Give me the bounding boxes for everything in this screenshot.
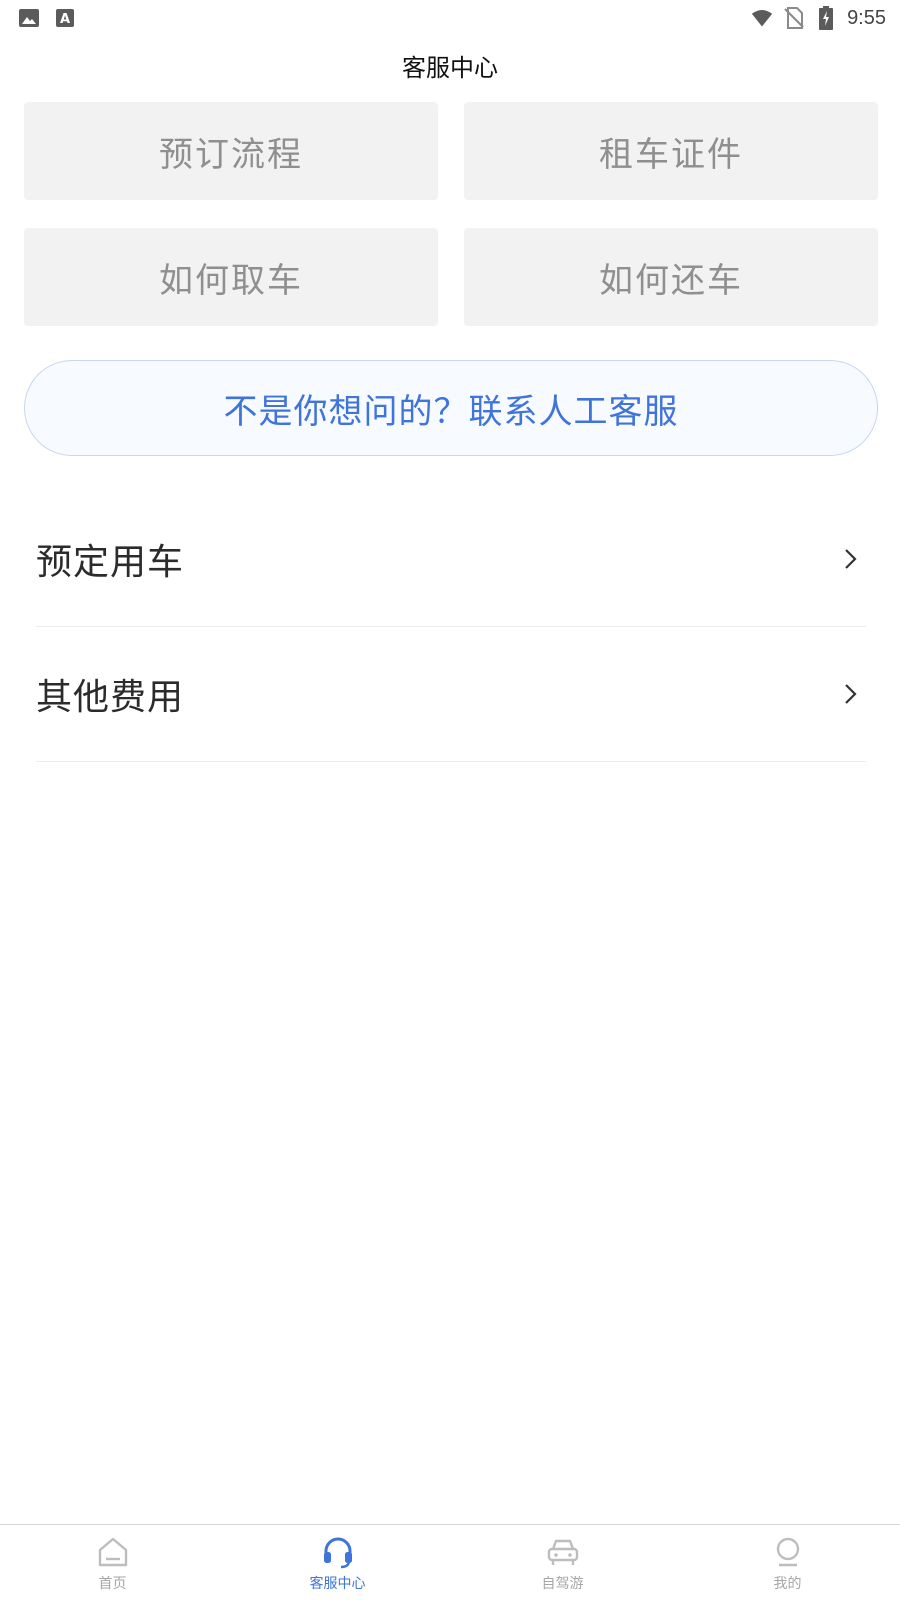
- bottom-nav: 首页 客服中心 自驾游 我的: [0, 1524, 900, 1600]
- svg-text:A: A: [60, 12, 70, 27]
- profile-icon: [771, 1535, 805, 1569]
- nav-item-mine[interactable]: 我的: [675, 1525, 900, 1600]
- status-bar: A 9:55: [0, 0, 900, 36]
- status-time: 9:55: [847, 6, 886, 29]
- chevron-right-icon: [840, 682, 860, 706]
- page-title: 客服中心: [402, 54, 498, 82]
- nav-item-customer-service[interactable]: 客服中心: [225, 1525, 450, 1600]
- no-sim-icon: [783, 7, 805, 29]
- battery-charging-icon: [815, 6, 837, 30]
- nav-label: 客服中心: [309, 1576, 366, 1592]
- faq-item-other-fees[interactable]: 其他费用: [36, 627, 866, 762]
- status-left: A: [18, 7, 76, 29]
- faq-item-booking[interactable]: 预定用车: [36, 492, 866, 627]
- quick-topic-booking-process[interactable]: 预订流程: [24, 102, 438, 200]
- home-icon: [96, 1535, 130, 1569]
- headset-icon: [321, 1535, 355, 1569]
- nav-label: 我的: [773, 1576, 802, 1592]
- contact-agent-button[interactable]: 不是你想问的？联系人工客服: [24, 360, 878, 456]
- faq-item-label: 预定用车: [36, 542, 185, 583]
- car-icon: [546, 1535, 580, 1569]
- image-icon: [18, 7, 40, 29]
- customer-service-screen: A 9:55 客服中心 预订流程 租车证件 如何取车 如何还车 不是你想问的？联…: [0, 0, 900, 1600]
- nav-item-home[interactable]: 首页: [0, 1525, 225, 1600]
- faq-list: 预定用车 其他费用: [36, 492, 866, 762]
- nav-item-self-drive[interactable]: 自驾游: [450, 1525, 675, 1600]
- font-a-icon: A: [54, 7, 76, 29]
- quick-topic-grid: 预订流程 租车证件 如何取车 如何还车: [24, 102, 878, 326]
- nav-label: 自驾游: [541, 1576, 584, 1592]
- status-right: 9:55: [751, 6, 886, 30]
- wifi-icon: [751, 7, 773, 29]
- chevron-right-icon: [840, 547, 860, 571]
- quick-topic-return[interactable]: 如何还车: [464, 228, 878, 326]
- quick-topic-pickup[interactable]: 如何取车: [24, 228, 438, 326]
- faq-item-label: 其他费用: [36, 677, 185, 718]
- quick-topic-rental-documents[interactable]: 租车证件: [464, 102, 878, 200]
- nav-label: 首页: [98, 1576, 127, 1592]
